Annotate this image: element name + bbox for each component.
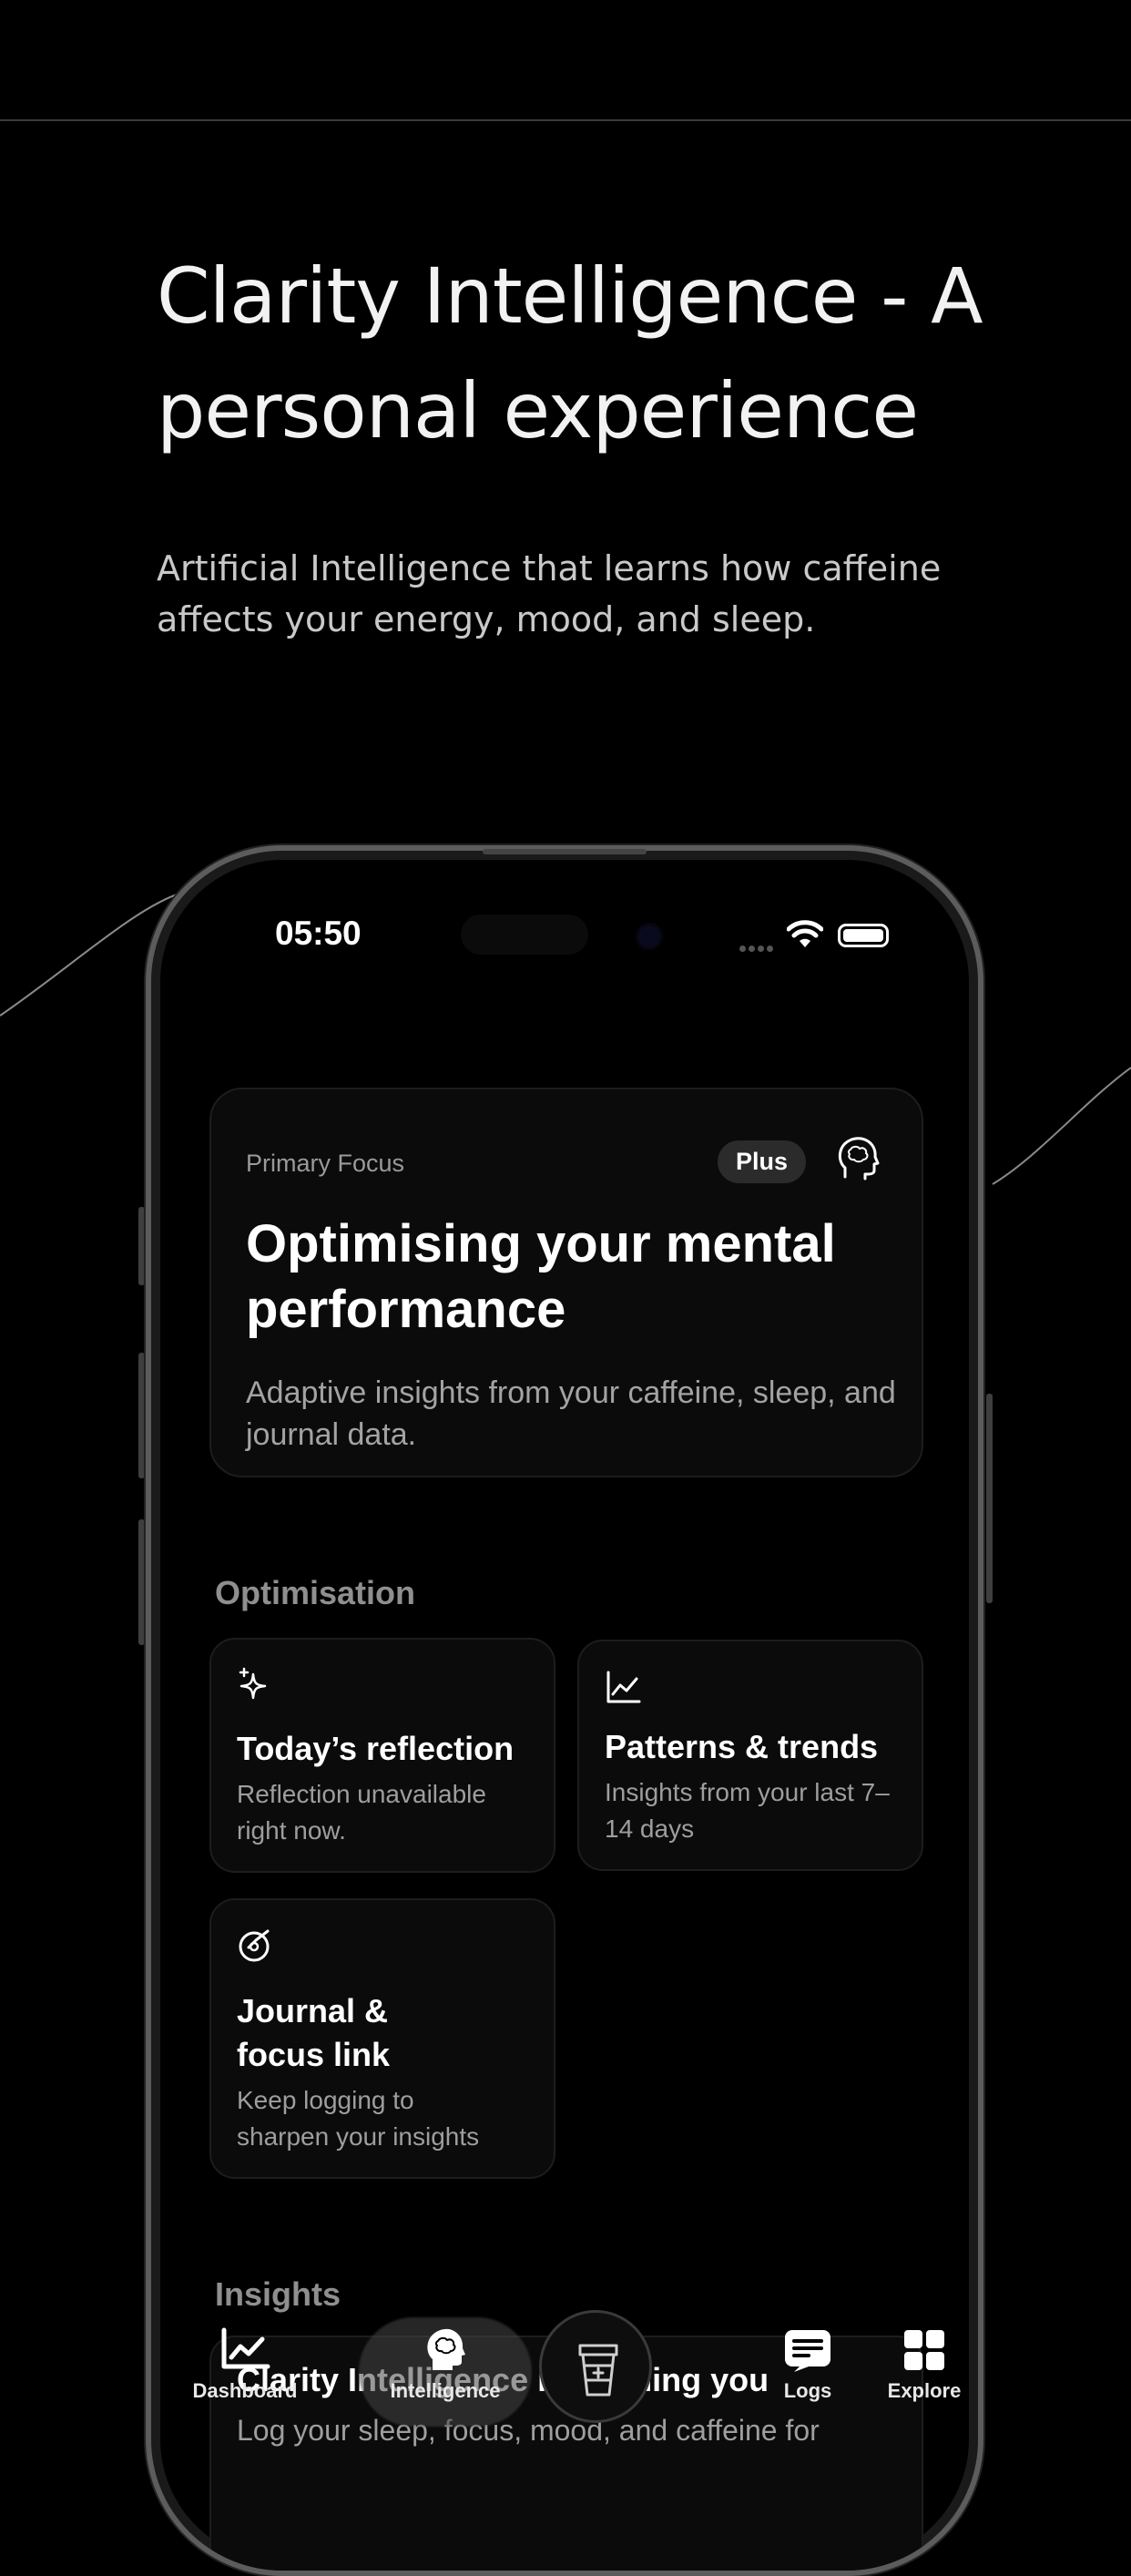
- battery-icon: [838, 924, 889, 947]
- logs-icon: [785, 2330, 830, 2372]
- tab-intelligence[interactable]: Intelligence: [377, 2326, 514, 2436]
- tab-label: Explore: [887, 2379, 962, 2402]
- focus-description: Adaptive insights from your caffeine, sl…: [246, 1375, 896, 1452]
- chart-trend-icon: [606, 1671, 641, 1703]
- add-drink-icon: [578, 2344, 618, 2397]
- dynamic-island: [461, 915, 588, 955]
- focus-eyebrow: Primary Focus: [246, 1150, 405, 1177]
- tab-bar: Dashboard Intelligence Logs Explore: [151, 2310, 978, 2571]
- camera-icon: [638, 925, 660, 947]
- phone-top-edge: [483, 849, 647, 854]
- sparkles-icon: [239, 1667, 267, 1700]
- status-time: 05:50: [275, 915, 362, 952]
- section-title-insights: Insights: [215, 2275, 341, 2313]
- phone-side-button: [138, 1207, 145, 1285]
- focus-title: Optimising your mental performance: [246, 1214, 836, 1339]
- plus-badge: Plus: [718, 1140, 807, 1183]
- tab-explore[interactable]: Explore: [856, 2326, 978, 2436]
- wifi-icon: [787, 920, 823, 947]
- tab-label: Intelligence: [390, 2379, 501, 2402]
- phone-volume-up: [138, 1353, 145, 1478]
- grid-icon: [904, 2330, 944, 2370]
- tile-title: Journal & focus link: [237, 1992, 391, 2073]
- tile-description: Reflection unavailable right now.: [237, 1780, 486, 1845]
- brain-icon: [427, 2328, 465, 2370]
- brain-head-icon[interactable]: [836, 1135, 880, 1182]
- chart-icon: [221, 2327, 270, 2369]
- tab-dashboard[interactable]: Dashboard: [177, 2326, 313, 2436]
- cellular-signal-icon: [739, 940, 776, 952]
- phone-volume-down: [138, 1519, 145, 1645]
- phone-mockup: 05:50 Primary Focus Plus Optimising your…: [146, 845, 983, 2576]
- section-title-optimisation: Optimisation: [215, 1574, 416, 1611]
- tab-label: Dashboard: [192, 2379, 298, 2402]
- primary-focus-card[interactable]: Primary Focus Plus Optimising your menta…: [209, 1088, 923, 1477]
- tile-description: Insights from your last 7–14 days: [605, 1778, 890, 1843]
- phone-power-button: [986, 1394, 993, 1603]
- tile-patterns-trends[interactable]: Patterns & trends Insights from your las…: [577, 1640, 923, 1871]
- add-drink-button[interactable]: [539, 2310, 652, 2423]
- target-icon: [239, 1929, 270, 1962]
- tile-title: Today’s reflection: [237, 1730, 515, 1767]
- tile-journal-focus-link[interactable]: Journal & focus link Keep logging to sha…: [209, 1898, 555, 2179]
- tile-description: Keep logging to sharpen your insights: [237, 2086, 480, 2151]
- tile-title: Patterns & trends: [605, 1728, 879, 1765]
- tile-todays-reflection[interactable]: Today’s reflection Reflection unavailabl…: [209, 1638, 555, 1873]
